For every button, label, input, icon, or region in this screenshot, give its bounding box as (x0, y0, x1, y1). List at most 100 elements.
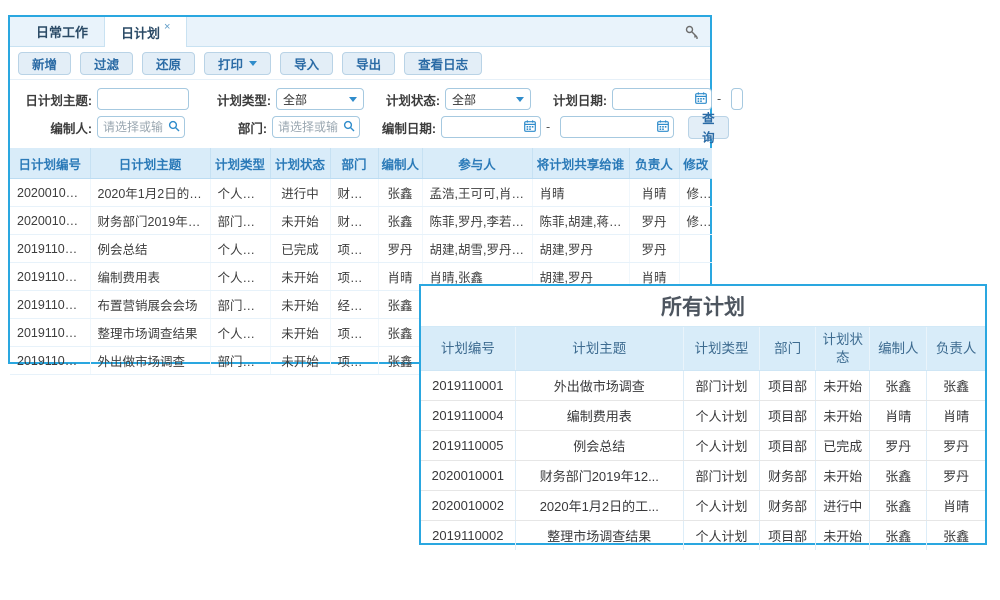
participants-cell: 胡建,胡雪,罗丹,任晓... (422, 235, 532, 263)
plan-subject-link[interactable]: 例会总结 (90, 235, 210, 263)
plan-status-cell: 未开始 (270, 319, 330, 347)
shared-with-cell: 胡建,罗丹 (532, 235, 629, 263)
modify-link[interactable]: 修改 (679, 207, 712, 235)
column-header-creator: 编制人 (870, 327, 927, 371)
export-button[interactable]: 导出 (342, 52, 395, 75)
column-header-type: 计划类型 (683, 327, 759, 371)
plan-id-link[interactable]: 2019110004 (10, 263, 90, 291)
plan-status-cell: 进行中 (270, 179, 330, 207)
tab-daily-work[interactable]: 日常工作 (20, 17, 104, 46)
plan-type-select[interactable]: 全部 (276, 88, 364, 110)
owner-link[interactable]: 罗丹 (629, 235, 679, 263)
table-row: 2019110002整理市场调查结果个人计划项目部未开始张鑫张鑫 (421, 521, 985, 551)
select-value: 全部 (283, 91, 307, 108)
import-button[interactable]: 导入 (280, 52, 333, 75)
plan-id-link[interactable]: 2019110002 (10, 319, 90, 347)
calendar-icon[interactable] (695, 92, 707, 107)
create-date-from-box (441, 116, 541, 138)
plan-type-cell: 个人计划 (210, 319, 270, 347)
column-header-subject[interactable]: 日计划主题 (90, 148, 210, 179)
search-icon[interactable] (168, 120, 180, 135)
plan-status-cell: 未开始 (270, 347, 330, 375)
plan-id-link[interactable]: 2020010001 (10, 207, 90, 235)
dept-input[interactable] (273, 117, 343, 137)
dropdown-caret-icon (249, 61, 257, 66)
button-label: 新增 (32, 54, 57, 73)
plan-status-cell: 已完成 (270, 235, 330, 263)
print-button[interactable]: 打印 (204, 52, 271, 75)
topic-input-box (97, 88, 189, 110)
column-header-type[interactable]: 计划类型 (210, 148, 270, 179)
plan-subject-cell: 整理市场调查结果 (515, 521, 683, 551)
tab-bar: 日常工作 日计划 × (10, 17, 710, 47)
dept-cell: 项目部 (330, 235, 378, 263)
plan-subject-link[interactable]: 整理市场调查结果 (90, 319, 210, 347)
plan-type-cell: 个人计划 (683, 431, 759, 461)
topic-input[interactable] (98, 89, 188, 109)
create-date-to-input[interactable] (561, 117, 657, 137)
plan-subject-link[interactable]: 布置营销展会会场 (90, 291, 210, 319)
column-header-modify[interactable]: 修改 (679, 148, 712, 179)
plan-id-cell: 2020010002 (421, 491, 515, 521)
owner-cell: 罗丹 (927, 461, 985, 491)
calendar-icon[interactable] (524, 120, 536, 135)
plan-id-link[interactable]: 2019110001 (10, 347, 90, 375)
column-header-creator[interactable]: 编制人 (378, 148, 422, 179)
create-date-from-input[interactable] (442, 117, 524, 137)
column-header-dept[interactable]: 部门 (330, 148, 378, 179)
add-button[interactable]: 新增 (18, 52, 71, 75)
plan-type-cell: 部门计划 (683, 371, 759, 401)
view-log-button[interactable]: 查看日志 (404, 52, 482, 75)
filter-button[interactable]: 过滤 (80, 52, 133, 75)
plan-status-cell: 已完成 (816, 431, 870, 461)
column-header-participants[interactable]: 参与人 (422, 148, 532, 179)
owner-link[interactable]: 罗丹 (629, 207, 679, 235)
plan-subject-cell: 财务部门2019年12... (515, 461, 683, 491)
plan-id-link[interactable]: 2020010002 (10, 179, 90, 207)
calendar-icon[interactable] (657, 120, 669, 135)
plan-subject-link[interactable]: 2020年1月2日的工作日... (90, 179, 210, 207)
dropdown-caret-icon (349, 97, 357, 102)
plan-date-to-input[interactable] (732, 89, 742, 109)
key-icon[interactable] (684, 24, 700, 40)
restore-button[interactable]: 还原 (142, 52, 195, 75)
plan-status-cell: 未开始 (270, 291, 330, 319)
plan-status-cell: 未开始 (816, 461, 870, 491)
plan-status-select[interactable]: 全部 (445, 88, 531, 110)
dept-cell: 项目部 (330, 347, 378, 375)
plan-status-cell: 未开始 (816, 371, 870, 401)
plan-status-cell: 未开始 (270, 207, 330, 235)
search-icon[interactable] (343, 120, 355, 135)
plan-type-label: 计划类型: (209, 90, 271, 109)
plan-subject-link[interactable]: 外出做市场调查 (90, 347, 210, 375)
dept-cell: 项目部 (760, 371, 816, 401)
column-header-owner[interactable]: 负责人 (629, 148, 679, 179)
table-row: 2020010001财务部门2019年12...部门计划财务部未开始张鑫罗丹 (421, 461, 985, 491)
plan-type-cell: 部门计划 (210, 347, 270, 375)
plan-type-cell: 部门计划 (210, 207, 270, 235)
plan-type-cell: 部门计划 (210, 291, 270, 319)
plan-subject-link[interactable]: 财务部门2019年12月的... (90, 207, 210, 235)
column-header-status[interactable]: 计划状态 (270, 148, 330, 179)
dept-cell: 项目部 (330, 263, 378, 291)
creator-cell: 张鑫 (378, 207, 422, 235)
creator-input[interactable] (98, 117, 168, 137)
column-header-plan-id[interactable]: 日计划编号 (10, 148, 90, 179)
plan-subject-link[interactable]: 编制费用表 (90, 263, 210, 291)
dept-cell: 财务部 (760, 461, 816, 491)
plan-type-cell: 个人计划 (210, 179, 270, 207)
creator-cell: 张鑫 (870, 491, 927, 521)
dept-cell: 财务部 (760, 491, 816, 521)
plan-date-from-input[interactable] (613, 89, 695, 109)
close-icon[interactable]: × (164, 21, 170, 33)
plan-id-link[interactable]: 2019110005 (10, 235, 90, 263)
owner-link[interactable]: 肖晴 (629, 179, 679, 207)
modify-link[interactable]: 修改 (679, 179, 712, 207)
plan-id-link[interactable]: 2019110003 (10, 291, 90, 319)
search-button[interactable]: 查询 (688, 116, 729, 139)
creator-cell: 罗丹 (870, 431, 927, 461)
tab-daily-plan[interactable]: 日计划 × (104, 17, 187, 47)
table-row: 2019110005例会总结个人计划项目部已完成罗丹罗丹 (421, 431, 985, 461)
column-header-shared-with[interactable]: 将计划共享给谁 (532, 148, 629, 179)
plan-subject-cell: 2020年1月2日的工... (515, 491, 683, 521)
